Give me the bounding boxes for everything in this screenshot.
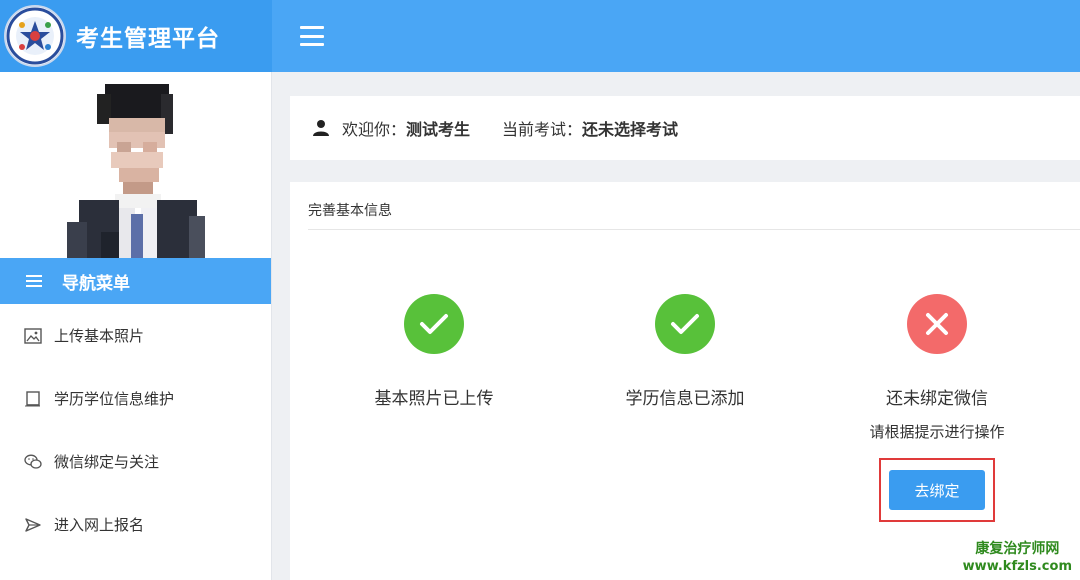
close-icon bbox=[907, 294, 967, 354]
book-icon bbox=[25, 390, 40, 406]
check-icon bbox=[655, 294, 715, 354]
nav-menu-title: 导航菜单 bbox=[62, 273, 130, 294]
sidebar-item-education[interactable]: 学历学位信息维护 bbox=[0, 367, 271, 430]
app-title: 考生管理平台 bbox=[76, 26, 220, 52]
image-icon bbox=[24, 327, 42, 344]
nav-menu-header: 导航菜单 bbox=[0, 258, 271, 304]
sidebar-item-label: 进入网上报名 bbox=[54, 516, 145, 534]
hamburger-menu-icon[interactable] bbox=[300, 26, 324, 46]
status-photo-uploaded: 基本照片已上传 bbox=[334, 294, 534, 409]
watermark-line2: www.kfzls.com bbox=[962, 559, 1072, 574]
sidebar-item-online-registration[interactable]: 进入网上报名 bbox=[0, 493, 271, 556]
bind-wechat-button[interactable]: 去绑定 bbox=[889, 470, 985, 510]
user-icon bbox=[313, 120, 329, 136]
current-exam-label: 当前考试： bbox=[502, 120, 583, 139]
list-icon bbox=[26, 275, 42, 287]
check-icon bbox=[404, 294, 464, 354]
user-name: 测试考生 bbox=[406, 120, 471, 139]
status-text: 还未绑定微信 bbox=[886, 389, 988, 409]
status-text: 基本照片已上传 bbox=[374, 389, 494, 409]
status-hint: 请根据提示进行操作 bbox=[869, 423, 1005, 441]
greeting-label: 欢迎你： bbox=[342, 120, 407, 139]
panel-title: 完善基本信息 bbox=[308, 182, 1080, 230]
highlight-box: 去绑定 bbox=[879, 458, 995, 522]
wechat-icon bbox=[24, 454, 42, 469]
status-text: 学历信息已添加 bbox=[625, 389, 745, 409]
profile-completion-panel: 完善基本信息 基本照片已上传 学历信息已添加 还未绑定微信 请根据提示进行操作 … bbox=[290, 182, 1080, 580]
status-education-added: 学历信息已添加 bbox=[585, 294, 785, 409]
sidebar: 导航菜单 上传基本照片 学历学位信息维护 微信绑定与关注 进入网上报名 bbox=[0, 72, 272, 580]
watermark-line1: 康复治疗师网 bbox=[975, 541, 1060, 557]
logo bbox=[4, 5, 66, 67]
sidebar-item-label: 学历学位信息维护 bbox=[54, 390, 175, 408]
sidebar-item-label: 上传基本照片 bbox=[54, 327, 145, 345]
sidebar-item-wechat[interactable]: 微信绑定与关注 bbox=[0, 430, 271, 493]
sidebar-item-upload-photo[interactable]: 上传基本照片 bbox=[0, 304, 271, 367]
send-icon bbox=[25, 517, 41, 532]
watermark: 康复治疗师网 www.kfzls.com bbox=[963, 540, 1072, 576]
sidebar-item-label: 微信绑定与关注 bbox=[54, 453, 160, 471]
welcome-bar: 欢迎你： 测试考生 当前考试： 还未选择考试 bbox=[290, 96, 1080, 160]
current-exam-value: 还未选择考试 bbox=[582, 120, 679, 139]
status-wechat-unbound: 还未绑定微信 请根据提示进行操作 去绑定 bbox=[837, 294, 1037, 522]
top-bar bbox=[272, 0, 1080, 72]
brand-bar: 考生管理平台 bbox=[0, 0, 272, 72]
user-avatar-photo bbox=[60, 82, 211, 258]
